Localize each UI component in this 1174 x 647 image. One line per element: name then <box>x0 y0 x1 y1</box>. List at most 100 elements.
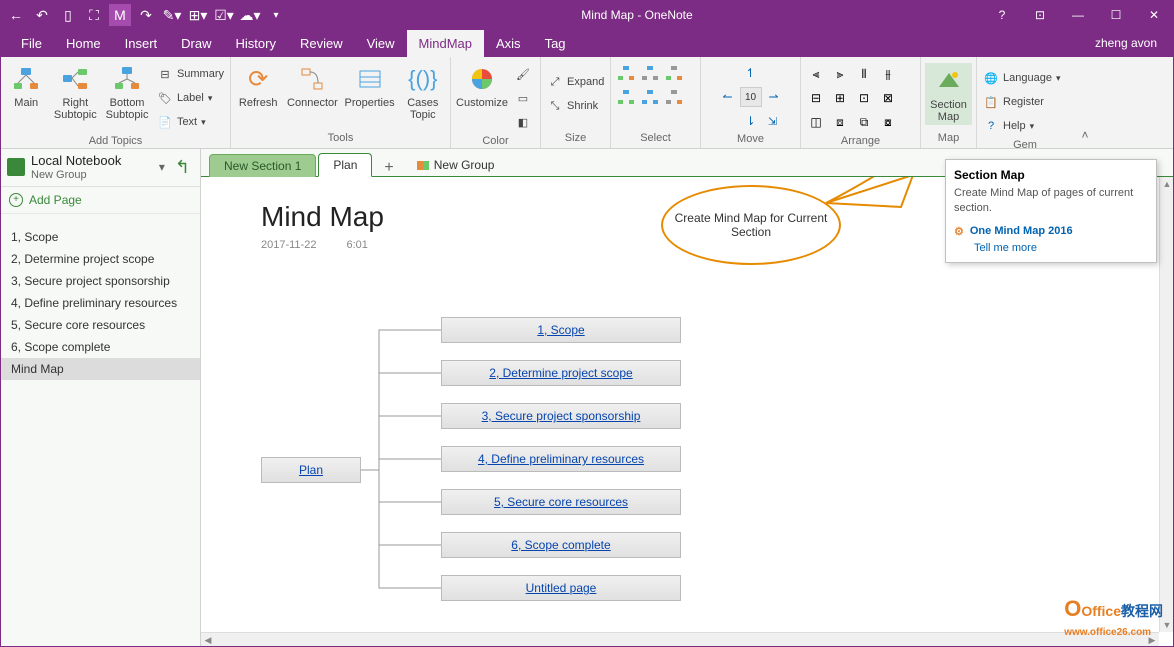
align-option[interactable]: ⊟ <box>805 87 827 109</box>
select-option[interactable] <box>639 87 661 109</box>
menu-mindmap[interactable]: MindMap <box>407 30 484 57</box>
align-option[interactable]: ⊞ <box>829 87 851 109</box>
menu-review[interactable]: Review <box>288 30 355 57</box>
text-button[interactable]: 📄Text▾ <box>155 111 226 133</box>
menu-axis[interactable]: Axis <box>484 30 533 57</box>
horizontal-scrollbar[interactable]: ◀ ▶ <box>201 632 1159 646</box>
undo-icon[interactable]: ↶ <box>31 4 53 26</box>
mindmap-child-node[interactable]: Untitled page <box>441 575 681 601</box>
page-title[interactable]: Mind Map <box>261 201 384 233</box>
page-item[interactable]: 2, Determine project scope <box>1 248 200 270</box>
move-diag-button[interactable]: ⇲ <box>763 111 783 131</box>
section-group[interactable]: New Group <box>406 154 505 176</box>
ribbon-options-icon[interactable]: ⊡ <box>1025 4 1055 26</box>
mindmap-child-node[interactable]: 1, Scope <box>441 317 681 343</box>
tooltip-tell-me-more[interactable]: Tell me more <box>954 242 1148 254</box>
menu-home[interactable]: Home <box>54 30 113 57</box>
tool1-icon[interactable]: ✎▾ <box>161 4 183 26</box>
maximize-icon[interactable]: ☐ <box>1101 4 1131 26</box>
align-option[interactable]: ⫵ <box>877 63 899 85</box>
refresh-button[interactable]: ⟳Refresh <box>235 63 281 109</box>
nav-back-icon[interactable]: ↰ <box>171 157 194 178</box>
menu-tag[interactable]: Tag <box>533 30 578 57</box>
tool4-icon[interactable]: ☁▾ <box>239 4 261 26</box>
select-option[interactable] <box>615 87 637 109</box>
main-topic-button[interactable]: Main <box>5 63 47 109</box>
fullpage-icon[interactable]: ⛶ <box>83 4 105 26</box>
mindmap-child-node[interactable]: 2, Determine project scope <box>441 360 681 386</box>
dock-icon[interactable]: ▯ <box>57 4 79 26</box>
vertical-scrollbar[interactable]: ▲ ▼ <box>1159 177 1173 632</box>
menu-insert[interactable]: Insert <box>113 30 170 57</box>
align-option[interactable]: ⊠ <box>877 87 899 109</box>
page-item[interactable]: 6, Scope complete <box>1 336 200 358</box>
right-subtopic-button[interactable]: Right Subtopic <box>51 63 99 121</box>
summary-button[interactable]: ⊟Summary <box>155 63 226 85</box>
expand-button[interactable]: ⤢Expand <box>545 71 606 93</box>
register-button[interactable]: 📋Register <box>981 91 1062 113</box>
move-up-button[interactable]: ↿ <box>741 63 761 83</box>
section-map-button[interactable]: Section Map <box>925 63 972 125</box>
redo-icon[interactable]: ↷ <box>135 4 157 26</box>
color-picker-2[interactable]: ▭ <box>513 87 533 109</box>
move-left-button[interactable]: ↼ <box>718 87 738 107</box>
mindmap-qat-icon[interactable]: M <box>109 4 131 26</box>
close-icon[interactable]: ✕ <box>1139 4 1169 26</box>
align-option[interactable]: ⧉ <box>853 111 875 133</box>
bottom-subtopic-button[interactable]: Bottom Subtopic <box>103 63 151 121</box>
properties-button[interactable]: Properties <box>343 63 395 109</box>
menu-history[interactable]: History <box>224 30 288 57</box>
align-option[interactable]: ⧇ <box>877 111 899 133</box>
align-option[interactable]: ⊡ <box>853 87 875 109</box>
page-item[interactable]: 4, Define preliminary resources <box>1 292 200 314</box>
menu-view[interactable]: View <box>355 30 407 57</box>
align-option[interactable]: ◫ <box>805 111 827 133</box>
section-tab-active[interactable]: Plan <box>318 153 372 177</box>
tool2-icon[interactable]: ⊞▾ <box>187 4 209 26</box>
menu-draw[interactable]: Draw <box>169 30 223 57</box>
connector-button[interactable]: Connector <box>285 63 339 109</box>
page-item[interactable]: 5, Secure core resources <box>1 314 200 336</box>
add-page-button[interactable]: + Add Page <box>1 187 200 214</box>
scroll-up-icon[interactable]: ▲ <box>1160 177 1173 191</box>
mindmap-child-node[interactable]: 3, Secure project sponsorship <box>441 403 681 429</box>
align-option[interactable]: ⫸ <box>829 63 851 85</box>
section-tab[interactable]: New Section 1 <box>209 154 316 177</box>
select-option[interactable] <box>639 63 661 85</box>
label-button[interactable]: 🏷Label▾ <box>155 87 226 109</box>
select-option[interactable] <box>615 63 637 85</box>
minimize-icon[interactable]: — <box>1063 4 1093 26</box>
select-option[interactable] <box>663 63 685 85</box>
user-label[interactable]: zheng avon <box>1095 36 1165 50</box>
customize-color-button[interactable]: Customize <box>455 63 509 109</box>
notebook-header[interactable]: Local Notebook New Group ▾ ↰ <box>1 149 200 187</box>
select-option[interactable] <box>663 87 685 109</box>
scroll-left-icon[interactable]: ◀ <box>201 633 215 646</box>
page-item[interactable]: 1, Scope <box>1 226 200 248</box>
help-button[interactable]: ?Help▾ <box>981 115 1062 137</box>
mindmap-child-node[interactable]: 6, Scope complete <box>441 532 681 558</box>
language-button[interactable]: 🌐Language▾ <box>981 67 1062 89</box>
move-down-button[interactable]: ⇂ <box>741 111 761 131</box>
collapse-ribbon-icon[interactable]: ˄ <box>1073 57 1097 148</box>
shrink-button[interactable]: ⤡Shrink <box>545 95 606 117</box>
page-item[interactable]: Mind Map <box>1 358 200 380</box>
tooltip-addin-link[interactable]: ⚙One Mind Map 2016 <box>954 225 1148 238</box>
menu-file[interactable]: File <box>9 30 54 57</box>
move-right-button[interactable]: ⇀ <box>764 87 784 107</box>
add-section-button[interactable]: + <box>374 159 403 177</box>
qat-customize-icon[interactable]: ▾ <box>265 4 287 26</box>
cases-topic-button[interactable]: {()}Cases Topic <box>400 63 446 121</box>
mindmap-child-node[interactable]: 4, Define preliminary resources <box>441 446 681 472</box>
align-option[interactable]: ⫴ <box>853 63 875 85</box>
align-option[interactable]: ⧈ <box>829 111 851 133</box>
back-icon[interactable]: ← <box>5 4 27 26</box>
page-item[interactable]: 3, Secure project sponsorship <box>1 270 200 292</box>
mindmap-root-node[interactable]: Plan <box>261 457 361 483</box>
notebook-dropdown-icon[interactable]: ▾ <box>159 160 165 174</box>
align-option[interactable]: ⫷ <box>805 63 827 85</box>
help-icon[interactable]: ? <box>987 4 1017 26</box>
color-picker-3[interactable]: ◧ <box>513 111 533 133</box>
tool3-icon[interactable]: ☑▾ <box>213 4 235 26</box>
move-step-value[interactable]: 10 <box>740 87 762 107</box>
